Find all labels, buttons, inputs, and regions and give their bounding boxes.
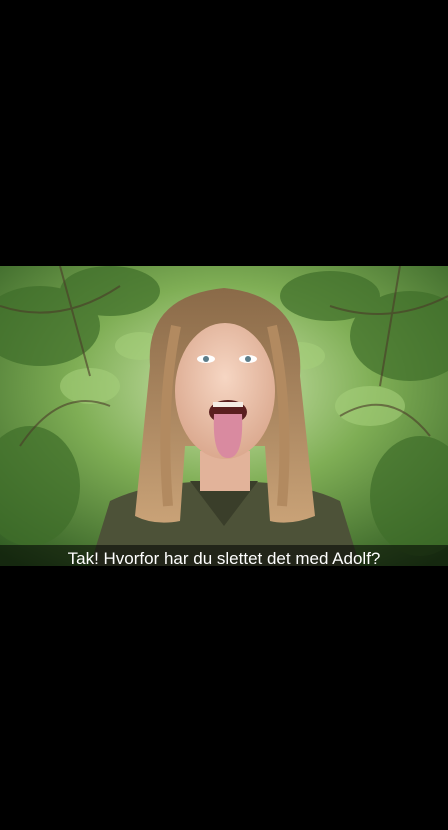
snap-photo [0,266,448,566]
caption-bar[interactable]: Tak! Hvorfor har du slettet det med Adol… [0,545,448,572]
snap-viewer[interactable]: Tak! Hvorfor har du slettet det med Adol… [0,0,448,830]
snap-caption: Tak! Hvorfor har du slettet det med Adol… [67,548,381,568]
